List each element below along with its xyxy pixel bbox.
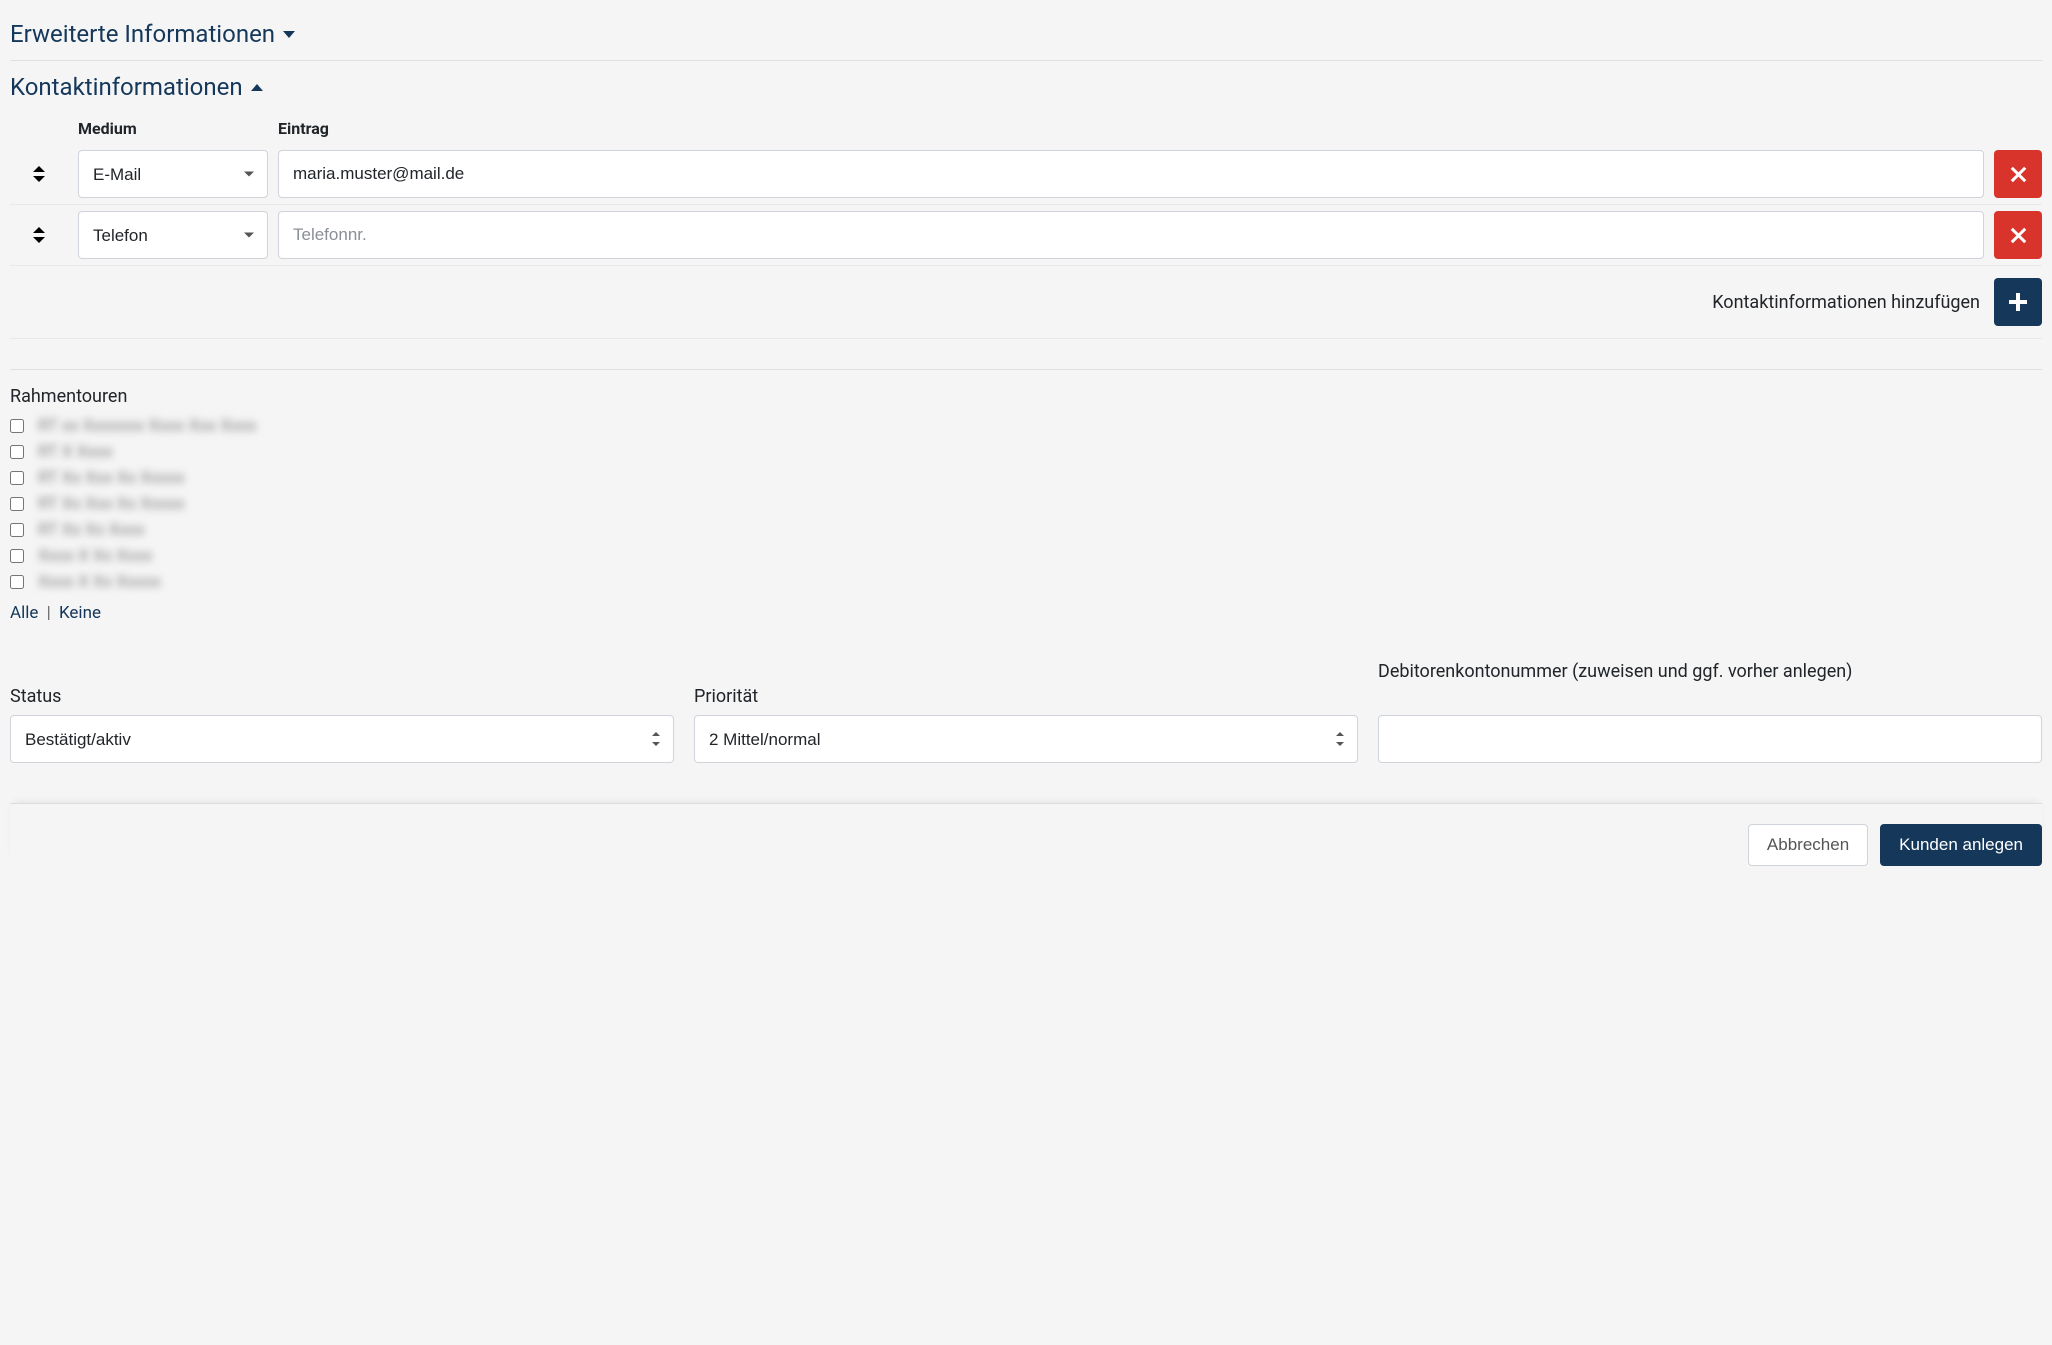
tour-item: RT Xx Xxx Xx Xxxxx — [10, 491, 2042, 517]
column-header-entry: Eintrag — [278, 119, 1984, 138]
divider — [10, 60, 2042, 61]
drag-handle-icon[interactable] — [33, 227, 45, 243]
chevron-up-icon — [251, 84, 263, 91]
submit-button[interactable]: Kunden anlegen — [1880, 824, 2042, 866]
entry-input[interactable] — [278, 150, 1984, 198]
contact-header-row: Medium Eintrag — [10, 111, 2042, 144]
tour-label: Xxxx X Xx Xxxx — [38, 546, 152, 566]
medium-select[interactable]: Telefon — [78, 211, 268, 259]
tour-item: Xxxx X Xx Xxxx — [10, 543, 2042, 569]
tour-item: RT xx Xxxxxxx Xxxx Xxx Xxxx — [10, 413, 2042, 439]
contact-row: Telefon — [10, 205, 2042, 266]
close-icon — [2010, 227, 2026, 243]
tour-label: Xxxx X Xx Xxxxx — [38, 572, 161, 592]
close-icon — [2010, 166, 2026, 182]
debitor-input[interactable] — [1378, 715, 2042, 763]
tour-item: RT X Xxxx — [10, 439, 2042, 465]
section-extended-info-label: Erweiterte Informationen — [10, 20, 275, 48]
contact-row: E-Mail — [10, 144, 2042, 205]
tour-label: RT Xx Xxx Xx Xxxxx — [38, 494, 185, 514]
section-contact-info[interactable]: Kontaktinformationen — [10, 63, 2042, 111]
tour-item: RT Xx Xxx Xx Xxxxx — [10, 465, 2042, 491]
tour-item: RT Xx Xx Xxxx — [10, 517, 2042, 543]
plus-icon — [2009, 293, 2027, 311]
status-label: Status — [10, 661, 674, 707]
tour-checkbox[interactable] — [10, 445, 24, 459]
tour-checkbox[interactable] — [10, 549, 24, 563]
separator: | — [47, 603, 51, 623]
tour-checkbox[interactable] — [10, 471, 24, 485]
add-contact-button[interactable] — [1994, 278, 2042, 326]
tour-label: RT Xx Xx Xxxx — [38, 520, 144, 540]
select-none-link[interactable]: Keine — [59, 603, 101, 623]
tour-label: RT Xx Xxx Xx Xxxxx — [38, 468, 185, 488]
delete-row-button[interactable] — [1994, 211, 2042, 259]
tour-checkbox[interactable] — [10, 575, 24, 589]
delete-row-button[interactable] — [1994, 150, 2042, 198]
medium-select[interactable]: E-Mail — [78, 150, 268, 198]
tour-item: Xxxx X Xx Xxxxx — [10, 569, 2042, 595]
drag-handle-icon[interactable] — [33, 166, 45, 182]
tour-checkbox[interactable] — [10, 419, 24, 433]
priority-select[interactable]: 2 Mittel/normal — [694, 715, 1358, 763]
rahmentouren-label: Rahmentouren — [10, 386, 2042, 407]
add-contact-label: Kontaktinformationen hinzufügen — [1712, 292, 1980, 313]
column-header-medium: Medium — [78, 119, 278, 138]
tour-checkbox[interactable] — [10, 523, 24, 537]
cancel-button[interactable]: Abbrechen — [1748, 824, 1868, 866]
select-all-link[interactable]: Alle — [10, 603, 38, 623]
status-select[interactable]: Bestätigt/aktiv — [10, 715, 674, 763]
tour-label: RT X Xxxx — [38, 442, 113, 462]
entry-input[interactable] — [278, 211, 1984, 259]
tour-label: RT xx Xxxxxxx Xxxx Xxx Xxxx — [38, 416, 256, 436]
tour-checkbox[interactable] — [10, 497, 24, 511]
debitor-label: Debitorenkontonummer (zuweisen und ggf. … — [1378, 661, 2042, 707]
section-extended-info[interactable]: Erweiterte Informationen — [10, 10, 2042, 58]
section-contact-info-label: Kontaktinformationen — [10, 73, 243, 101]
chevron-down-icon — [283, 31, 295, 38]
priority-label: Priorität — [694, 661, 1358, 707]
